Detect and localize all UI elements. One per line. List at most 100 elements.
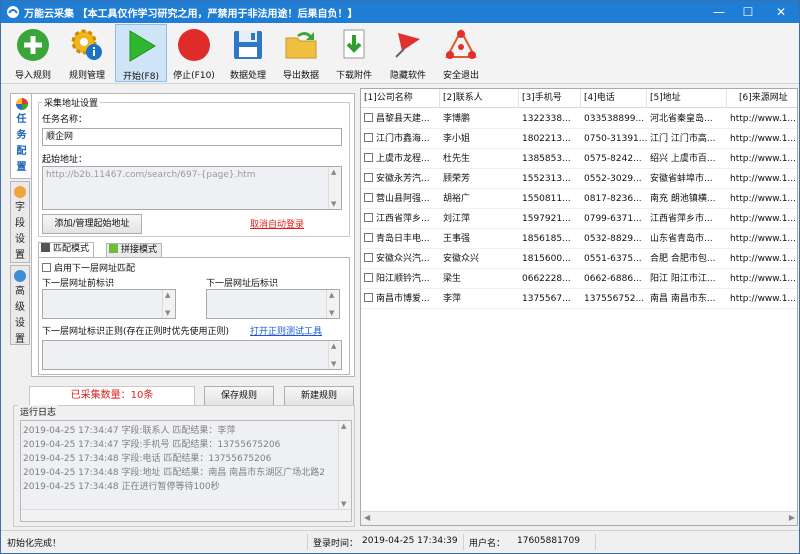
cell-text: 安徽永芳汽... — [376, 174, 430, 184]
row-checkbox[interactable] — [364, 253, 373, 262]
data-process-button[interactable]: 数据处理 — [222, 24, 274, 82]
safe-exit-button[interactable]: 安全退出 — [435, 24, 487, 82]
maximize-button[interactable]: ☐ — [734, 1, 762, 23]
stop-icon — [178, 29, 210, 61]
column-header[interactable]: [5]地址 — [647, 89, 727, 108]
rule-manage-button[interactable]: 规则管理 — [61, 24, 113, 82]
cell-text: 青岛日丰电... — [376, 234, 430, 244]
regex-label: 下一层网址标识正则(存在正则时优先使用正则) — [42, 327, 230, 337]
prev-marker-input[interactable]: ▲ ▼ — [42, 289, 176, 319]
scroll-down-icon[interactable]: ▼ — [329, 309, 334, 317]
table-row[interactable]: 昌黎县天建... 李博鹏 1322338... 033538899... 河北省秦皇岛.… — [361, 109, 797, 129]
row-checkbox[interactable] — [364, 213, 373, 222]
start-label: 开始(F8) — [123, 72, 159, 82]
download-attachment-button[interactable]: 下载附件 — [328, 24, 380, 82]
tab-match-mode[interactable]: 匹配模式 — [38, 242, 95, 258]
cell-text: 1375567... — [522, 294, 571, 304]
table-row[interactable]: 安徽永芳汽... 顾荣芳 1552313... 0552-3029... 安徽省蚌埠市.… — [361, 169, 797, 189]
row-checkbox[interactable] — [364, 133, 373, 142]
scroll-up-icon[interactable]: ▲ — [341, 422, 346, 430]
start-url-scrollbar[interactable]: ▲ ▼ — [328, 167, 341, 209]
scroll-down-icon[interactable]: ▼ — [341, 500, 346, 508]
new-rule-button[interactable]: 新建规则 — [284, 386, 354, 406]
cell-text: 南充 朗池镇横... — [650, 194, 716, 204]
scroll-down-icon[interactable]: ▼ — [331, 200, 336, 208]
run-log-group: 运行日志 2019-04-25 17:34:47 字段:联系人 匹配结果：李萍 … — [13, 405, 355, 527]
import-rule-button[interactable]: 导入规则 — [7, 24, 59, 82]
status-separator — [595, 534, 596, 550]
start-button[interactable]: 开始(F8) — [115, 24, 167, 82]
scroll-down-icon[interactable]: ▼ — [165, 309, 170, 317]
table-row[interactable]: 江门市鑫海... 李小姐 1802213... 0750-31391... 江门 江门市… — [361, 129, 797, 149]
table-cell: 1815600... — [519, 249, 581, 269]
prev-marker-scrollbar[interactable]: ▲ ▼ — [162, 290, 175, 318]
table-cell: 137556752... — [581, 289, 647, 309]
hide-software-button[interactable]: 隐藏软件 — [382, 24, 434, 82]
table-cell: 王事强 — [440, 229, 519, 249]
tab-field-settings[interactable]: 字段设置 — [10, 181, 30, 263]
close-button[interactable]: ✕ — [764, 1, 798, 23]
table-hscrollbar[interactable]: ◀ ▶ — [361, 511, 797, 525]
login-time-label: 登录时间： — [313, 539, 359, 549]
regex-scrollbar[interactable]: ▲ ▼ — [328, 341, 341, 369]
table-row[interactable]: 营山县阿强... 胡裕广 1550811... 0817-8236... 南充 朗池镇横… — [361, 189, 797, 209]
table-cell: 李小姐 — [440, 129, 519, 149]
table-row[interactable]: 阳江顺钤汽... 梁生 0662228... 0662-6886... 阳江 阳江市江.… — [361, 269, 797, 289]
column-header[interactable]: [6]来源网址 — [727, 89, 797, 108]
tab-task-config[interactable]: 任务配置 — [10, 93, 32, 179]
cell-text: 0799-6371... — [584, 214, 642, 224]
column-header[interactable]: [3]手机号 — [519, 89, 581, 108]
scroll-up-icon[interactable]: ▲ — [331, 342, 336, 350]
task-name-label: 任务名称： — [42, 115, 88, 125]
row-checkbox[interactable] — [364, 173, 373, 182]
add-start-url-button[interactable]: 添加/管理起始地址 — [42, 214, 142, 234]
table-row[interactable]: 青岛日丰电... 王事强 1856185... 0532-8829... 山东省青岛市.… — [361, 229, 797, 249]
tab-concat-mode[interactable]: 拼接模式 — [106, 243, 163, 258]
scroll-down-icon[interactable]: ▼ — [331, 360, 336, 368]
regex-input[interactable]: ▲ ▼ — [42, 340, 342, 370]
table-row[interactable]: 安徽众兴汽... 安徽众兴 1815600... 0551-6375... 合肥 合肥市… — [361, 249, 797, 269]
enable-next-level-checkbox[interactable]: 启用下一层网址匹配 — [42, 261, 135, 274]
run-log-box[interactable]: 2019-04-25 17:34:47 字段:联系人 匹配结果：李萍 2019-… — [20, 420, 352, 522]
log-line: 2019-04-25 17:34:48 字段:地址 匹配结果：南昌 南昌市东湖区… — [23, 468, 325, 478]
scroll-up-icon[interactable]: ▲ — [329, 291, 334, 299]
save-rule-button[interactable]: 保存规则 — [204, 386, 274, 406]
regex-test-link[interactable]: 打开正则测试工具 — [250, 324, 322, 337]
scroll-up-icon[interactable]: ▲ — [331, 168, 336, 176]
export-data-button[interactable]: 导出数据 — [275, 24, 327, 82]
table-cell: 安徽省蚌埠市... — [647, 169, 727, 189]
log-vscrollbar[interactable]: ▲ ▼ — [338, 421, 351, 509]
log-line: 2019-04-25 17:34:48 正在进行暂停等待100秒 — [23, 482, 220, 492]
download-attachment-label: 下载附件 — [335, 71, 372, 81]
row-checkbox[interactable] — [364, 293, 373, 302]
cell-text: 刘江萍 — [443, 214, 471, 224]
table-cell: 山东省青岛市... — [647, 229, 727, 249]
scroll-right-icon[interactable]: ▶ — [789, 513, 795, 522]
log-hscrollbar[interactable] — [21, 509, 351, 521]
minimize-button[interactable]: — — [705, 1, 733, 23]
next-marker-scrollbar[interactable]: ▲ ▼ — [326, 290, 339, 318]
column-header[interactable]: [1]公司名称 — [361, 89, 440, 108]
cell-text: 李博鹏 — [443, 114, 471, 124]
task-name-input[interactable]: 顺企网 — [42, 128, 342, 146]
tab-advanced-settings[interactable]: 高级设置 — [10, 265, 30, 345]
scroll-up-icon[interactable]: ▲ — [165, 291, 170, 299]
row-checkbox[interactable] — [364, 193, 373, 202]
cancel-auto-login-link[interactable]: 取消自动登录 — [250, 217, 304, 230]
table-row[interactable]: 南昌市博爱... 李萍 1375567... 137556752... 南昌 南昌市东.… — [361, 289, 797, 309]
next-marker-input[interactable]: ▲ ▼ — [206, 289, 340, 319]
table-cell: 0799-6371... — [581, 209, 647, 229]
row-checkbox[interactable] — [364, 153, 373, 162]
row-checkbox[interactable] — [364, 233, 373, 242]
cell-text: 1802213... — [522, 134, 571, 144]
table-row[interactable]: 江西省萍乡... 刘江萍 1597921... 0799-6371... 江西省萍乡市.… — [361, 209, 797, 229]
start-url-field[interactable]: http://b2b.11467.com/search/697-{page}.h… — [42, 166, 342, 210]
table-row[interactable]: 上虞市龙程... 杜先生 1385853... 0575-8242... 绍兴 上虞市百… — [361, 149, 797, 169]
row-checkbox[interactable] — [364, 273, 373, 282]
column-header[interactable]: [2]联系人 — [440, 89, 519, 108]
column-header[interactable]: [4]电话 — [581, 89, 647, 108]
status-message: 初始化完成！ — [7, 539, 62, 549]
stop-button[interactable]: 停止(F10) — [168, 24, 220, 82]
scroll-left-icon[interactable]: ◀ — [364, 513, 370, 522]
row-checkbox[interactable] — [364, 113, 373, 122]
